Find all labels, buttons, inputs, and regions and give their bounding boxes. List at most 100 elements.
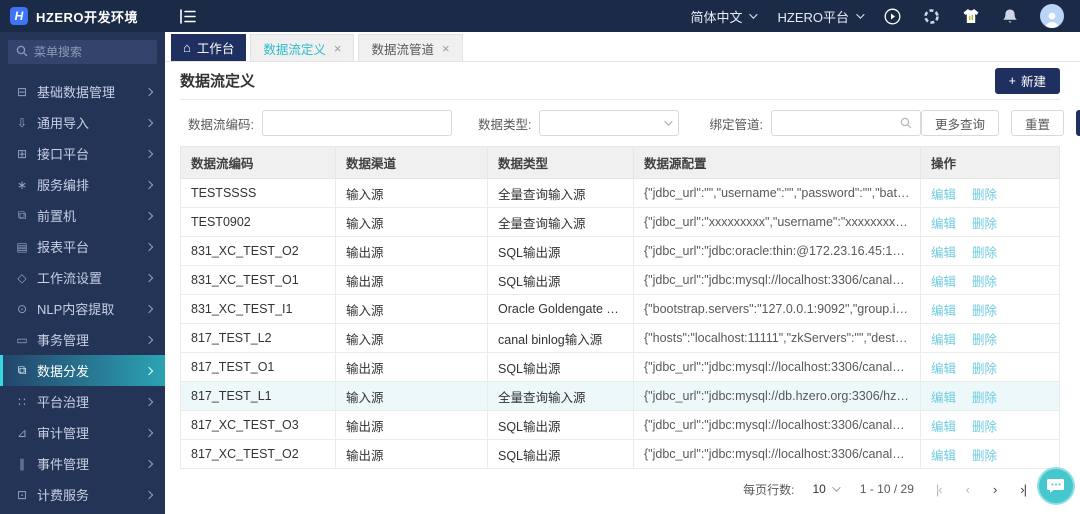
- sidebar-item-label: 接口平台: [37, 147, 90, 162]
- tab-dataflow-definition[interactable]: 数据流定义 ×: [250, 34, 355, 61]
- menu-search-input[interactable]: [34, 45, 149, 59]
- edit-link[interactable]: 编辑: [931, 449, 956, 463]
- data-type-select-input[interactable]: [540, 111, 679, 135]
- edit-link[interactable]: 编辑: [931, 217, 956, 231]
- next-page-icon[interactable]: ›: [993, 482, 997, 497]
- chevron-right-icon: [144, 335, 154, 344]
- delete-link[interactable]: 删除: [972, 362, 997, 376]
- chevron-right-icon: [144, 180, 154, 189]
- new-button[interactable]: + 新建: [994, 67, 1060, 94]
- chat-icon: [1047, 479, 1064, 493]
- cell-type: canal binlog输入源: [487, 323, 634, 353]
- cell-type: SQL输出源: [487, 236, 634, 266]
- edit-link[interactable]: 编辑: [931, 362, 956, 376]
- sidebar-item-event-mgmt[interactable]: ∥ 事件管理: [0, 448, 165, 479]
- table-row[interactable]: 817_TEST_O1 输出源 SQL输出源 {"jdbc_url":"jdbc:my…: [180, 352, 1060, 382]
- sidebar-item-nlp-extract[interactable]: ⊙ NLP内容提取: [0, 293, 165, 324]
- edit-link[interactable]: 编辑: [931, 188, 956, 202]
- sidebar-menu: ⊟ 基础数据管理 ⇩ 通用导入 ⊞ 接口平台 ∗ 服务编排 ⧉ 前置机 ▤ 报表平台 ◇ 工作…: [0, 64, 165, 510]
- sidebar-item-data-distribution[interactable]: ⧉ 数据分发: [0, 355, 165, 386]
- table-row[interactable]: 831_XC_TEST_I1输入源Oracle Goldengate To Ka…: [180, 294, 1060, 324]
- avatar[interactable]: [1040, 4, 1064, 28]
- cell-type: Oracle Goldengate To Kafka: [487, 294, 634, 324]
- sidebar-collapse-icon[interactable]: [179, 8, 196, 24]
- delete-link[interactable]: 删除: [972, 420, 997, 434]
- tab-workbench[interactable]: ⌂ 工作台: [171, 34, 247, 61]
- prev-page-icon[interactable]: ‹: [966, 482, 970, 497]
- delete-link[interactable]: 删除: [972, 275, 997, 289]
- data-type-select[interactable]: [539, 110, 680, 136]
- first-page-icon[interactable]: |‹: [936, 482, 943, 497]
- sidebar-item-report-platform[interactable]: ▤ 报表平台: [0, 231, 165, 262]
- delete-link[interactable]: 删除: [972, 449, 997, 463]
- dataflow-code-label: 数据流编码:: [188, 117, 254, 132]
- table-row[interactable]: 817_TEST_L2 输入源 canal binlog输入源 {"hosts":"l…: [180, 323, 1060, 353]
- col-header-code: 数据流编码: [180, 146, 336, 179]
- edit-link[interactable]: 编辑: [931, 246, 956, 260]
- filter-bar: 数据流编码: 数据类型: 绑定管道: 更多查询 重置: [180, 100, 1080, 146]
- menu-search[interactable]: [8, 40, 157, 64]
- theme-shirt-icon[interactable]: [962, 8, 980, 25]
- play-circle-icon[interactable]: [884, 8, 901, 25]
- language-switcher[interactable]: 简体中文: [690, 7, 759, 26]
- more-query-button[interactable]: 更多查询: [920, 110, 999, 136]
- interface-platform-icon: ⊞: [16, 146, 28, 161]
- close-icon[interactable]: ×: [334, 42, 342, 55]
- table-row[interactable]: 831_XC_TEST_O1 输出源 SQL输出源 {"jdbc_url":"jdbc…: [180, 265, 1060, 295]
- dataflow-code-input[interactable]: [262, 111, 451, 135]
- edit-link[interactable]: 编辑: [931, 333, 956, 347]
- cell-code: 817_XC_TEST_O2: [180, 439, 336, 469]
- chevron-down-icon: [856, 10, 865, 19]
- query-button[interactable]: 查询: [1075, 110, 1080, 136]
- delete-link[interactable]: 删除: [972, 246, 997, 260]
- delete-link[interactable]: 删除: [972, 391, 997, 405]
- delete-link[interactable]: 删除: [972, 304, 997, 318]
- sidebar-item-label: 工作流设置: [37, 271, 103, 286]
- sidebar-item-interface-platform[interactable]: ⊞ 接口平台: [0, 138, 165, 169]
- sidebar-item-transaction-mgmt[interactable]: ▭ 事务管理: [0, 324, 165, 355]
- app-logo[interactable]: H HZERO开发环境: [0, 7, 165, 26]
- close-icon[interactable]: ×: [442, 42, 450, 55]
- cell-config: {"jdbc_url":"jdbc:mysql://localhost:3306…: [633, 352, 921, 382]
- delete-link[interactable]: 删除: [972, 333, 997, 347]
- edit-link[interactable]: 编辑: [931, 391, 956, 405]
- cell-type: SQL输出源: [487, 439, 634, 469]
- table-row[interactable]: 817_XC_TEST_O3 输出源 SQL输出源 {"jdbc_url":"jdbc…: [180, 410, 1060, 440]
- tenant-select[interactable]: HZERO平台: [777, 7, 865, 26]
- table-row[interactable]: 817_XC_TEST_O2 输出源 SQL输出源 {"jdbc_url":"jdbc…: [180, 439, 1060, 469]
- sidebar-item-platform-governance[interactable]: ∷ 平台治理: [0, 386, 165, 417]
- edit-link[interactable]: 编辑: [931, 420, 956, 434]
- last-page-icon[interactable]: ›|: [1020, 482, 1027, 497]
- sidebar-item-base-data[interactable]: ⊟ 基础数据管理: [0, 76, 165, 107]
- workflow-settings-icon: ◇: [17, 270, 27, 285]
- chat-bubble-button[interactable]: [1039, 469, 1073, 503]
- sync-icon[interactable]: [923, 8, 940, 25]
- cell-channel: 输出源: [335, 352, 488, 382]
- cell-channel: 输入源: [335, 207, 488, 237]
- sidebar-item-audit-mgmt[interactable]: ⊿ 审计管理: [0, 417, 165, 448]
- delete-link[interactable]: 删除: [972, 188, 997, 202]
- cell-config: {"jdbc_url":"jdbc:mysql://localhost:3306…: [633, 410, 921, 440]
- cell-config: {"jdbc_url":"","username":"","password":…: [633, 178, 921, 208]
- table-row[interactable]: TESTSSSS 输入源 全量查询输入源 {"jdbc_url":"","userna…: [180, 178, 1060, 208]
- sidebar-item-workflow-settings[interactable]: ◇ 工作流设置: [0, 262, 165, 293]
- reset-button[interactable]: 重置: [1010, 110, 1064, 136]
- sidebar-item-front-machine[interactable]: ⧉ 前置机: [0, 200, 165, 231]
- table-row[interactable]: 831_XC_TEST_O2 输出源 SQL输出源 {"jdbc_url":"jdbc…: [180, 236, 1060, 266]
- edit-link[interactable]: 编辑: [931, 304, 956, 318]
- bound-pipeline-input[interactable]: [771, 111, 920, 135]
- sidebar-item-billing-service[interactable]: ⊡ 计费服务: [0, 479, 165, 510]
- edit-link[interactable]: 编辑: [931, 275, 956, 289]
- delete-link[interactable]: 删除: [972, 217, 997, 231]
- sidebar-item-label: 平台治理: [37, 395, 90, 410]
- rows-per-page-select[interactable]: 10: [812, 482, 841, 496]
- sidebar-item-common-import[interactable]: ⇩ 通用导入: [0, 107, 165, 138]
- bell-icon[interactable]: [1002, 8, 1018, 25]
- table-row-highlighted[interactable]: 817_TEST_L1 输入源 全量查询输入源 {"jdbc_url":"jdbc:m…: [180, 381, 1060, 411]
- table-row[interactable]: TEST0902 输入源 全量查询输入源 {"jdbc_url":"xxxxxxxxx…: [180, 207, 1060, 237]
- nlp-extract-icon: ⊙: [16, 301, 28, 316]
- sidebar-item-service-orchestration[interactable]: ∗ 服务编排: [0, 169, 165, 200]
- tab-dataflow-pipeline[interactable]: 数据流管道 ×: [358, 34, 463, 61]
- hzero-logo-icon: H: [10, 7, 28, 25]
- sidebar-item-label: 事务管理: [37, 333, 90, 348]
